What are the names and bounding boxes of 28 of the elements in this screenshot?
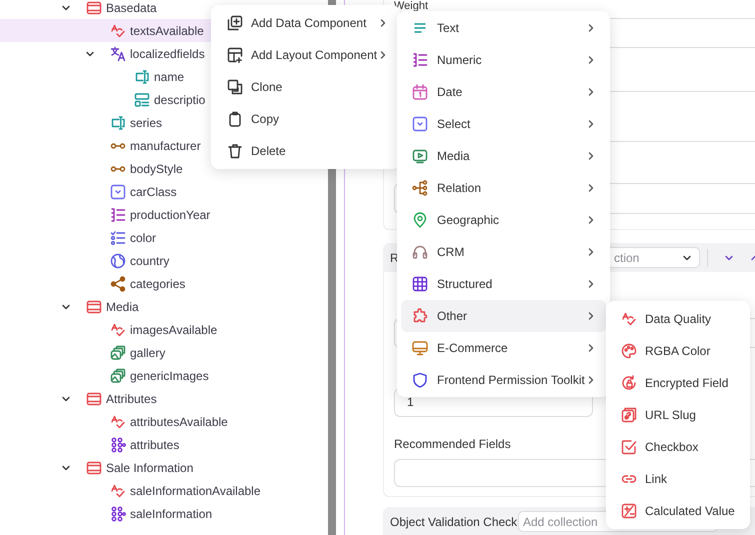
node-label: Attributes [106, 392, 157, 406]
node-label: manufacturer [130, 138, 201, 152]
node-label: Basedata [106, 0, 157, 14]
node-label: descriptio [154, 92, 206, 106]
node-label: attributes [130, 438, 180, 452]
node-label: name [154, 70, 184, 84]
placeholder-text: ction [614, 250, 640, 264]
node-label: categories [130, 276, 186, 290]
field-label: Recommended Fields [394, 436, 511, 451]
node-label: localizedfields [130, 46, 205, 60]
node-label: attributesAvailable [130, 414, 228, 428]
node-label: Media [106, 300, 139, 314]
node-label: saleInformationAvailable [130, 484, 261, 498]
node-label: imagesAvailable [130, 322, 218, 336]
node-label: series [130, 116, 162, 130]
node-label: color [130, 230, 156, 244]
node-label: textsAvailable [130, 24, 204, 38]
node-label: productionYear [130, 208, 210, 222]
node-label: bodyStyle [130, 162, 183, 176]
section-title: Object Validation Check [390, 514, 518, 528]
node-label: genericImages [130, 368, 209, 382]
node-label: Sale Information [106, 460, 194, 474]
node-label: gallery [130, 346, 166, 360]
placeholder-text: Add collection [523, 514, 599, 528]
node-label: carClass [130, 184, 177, 198]
node-label: country [130, 254, 170, 268]
node-label: saleInformation [130, 506, 212, 520]
field-label: Weight [394, 1, 428, 12]
